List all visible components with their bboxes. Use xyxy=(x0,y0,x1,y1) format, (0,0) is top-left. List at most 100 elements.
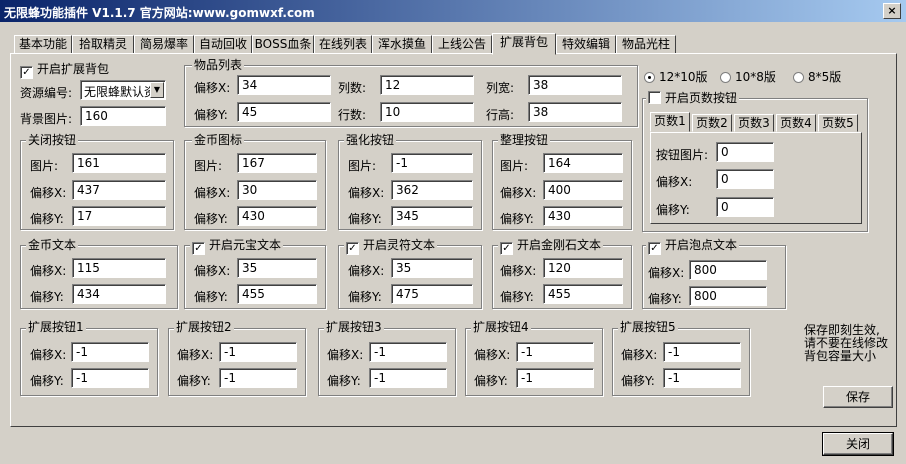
ext-btn-3-y-input[interactable]: -1 xyxy=(369,368,447,388)
bubble-text-checkbox[interactable]: ✓ 开启泡点文本 xyxy=(646,238,740,255)
yuanbao-text-checkbox[interactable]: ✓ 开启元宝文本 xyxy=(190,238,284,255)
page-buttons-checkbox[interactable]: 开启页数按钮 xyxy=(646,91,740,105)
window-close-button[interactable]: × xyxy=(883,3,901,19)
diamond-text-checkbox[interactable]: ✓ 开启金刚石文本 xyxy=(498,238,604,255)
page-tab-3[interactable]: 页数3 xyxy=(734,114,774,132)
ext-btn-5-x-input[interactable]: -1 xyxy=(663,342,741,362)
bubble-y-input[interactable]: 800 xyxy=(689,286,767,306)
ext-btn-2-x-input[interactable]: -1 xyxy=(219,342,297,362)
ext-btn-1-y-input[interactable]: -1 xyxy=(71,368,149,388)
close-button[interactable]: 关闭 xyxy=(822,432,894,456)
gold-x-label: 偏移X: xyxy=(194,186,231,200)
enhance-btn-title: 强化按钮 xyxy=(344,133,397,147)
gold-pic-input[interactable]: 167 xyxy=(237,153,317,173)
page-y-input[interactable]: 0 xyxy=(716,197,774,217)
cols-input[interactable]: 12 xyxy=(380,75,474,95)
tab-ext-bag[interactable]: 扩展背包 xyxy=(492,33,556,55)
resource-select[interactable]: 无限蜂默认资源 ▼ xyxy=(80,80,166,100)
close-y-input[interactable]: 17 xyxy=(72,206,166,226)
gold-text-title: 金币文本 xyxy=(26,238,79,252)
chevron-down-icon: ▼ xyxy=(150,82,164,98)
ext-btn-1-x-label: 偏移X: xyxy=(30,348,67,362)
tab-login-notice[interactable]: 上线公告 xyxy=(432,35,492,54)
diamond-x-input[interactable]: 120 xyxy=(543,258,623,278)
bg-image-label: 背景图片: xyxy=(20,112,73,126)
ext-btn-3-x-input[interactable]: -1 xyxy=(369,342,447,362)
page-pic-label: 按钮图片: xyxy=(656,148,709,162)
sort-x-input[interactable]: 400 xyxy=(543,180,623,200)
radio-10x8[interactable]: 10*8版 xyxy=(720,68,776,85)
enhance-x-input[interactable]: 362 xyxy=(391,180,473,200)
row-height-input[interactable]: 38 xyxy=(528,102,622,122)
gold-y-input[interactable]: 430 xyxy=(237,206,317,226)
lingfu-x-input[interactable]: 35 xyxy=(391,258,473,278)
col-width-input[interactable]: 38 xyxy=(528,75,622,95)
yuanbao-text-label: 开启元宝文本 xyxy=(209,238,282,252)
tab-basic[interactable]: 基本功能 xyxy=(14,35,72,54)
diamond-y-input[interactable]: 455 xyxy=(543,284,623,304)
save-note: 保存即刻生效, 请不要在线修改 背包容量大小 xyxy=(804,323,889,363)
lingfu-text-checkbox[interactable]: ✓ 开启灵符文本 xyxy=(344,238,438,255)
sort-pic-input[interactable]: 164 xyxy=(543,153,623,173)
resource-label: 资源编号: xyxy=(20,86,73,100)
tab-pickup[interactable]: 拾取精灵 xyxy=(72,35,134,54)
radio-8x5[interactable]: 8*5版 xyxy=(793,68,841,85)
radio-12x10[interactable]: 12*10版 xyxy=(644,68,708,85)
ext-btn-4-x-input[interactable]: -1 xyxy=(516,342,594,362)
sort-y-input[interactable]: 430 xyxy=(543,206,623,226)
close-pic-input[interactable]: 161 xyxy=(72,153,166,173)
page-buttons-label: 开启页数按钮 xyxy=(665,91,738,105)
page-tab-2[interactable]: 页数2 xyxy=(692,114,732,132)
page-tab-5[interactable]: 页数5 xyxy=(818,114,858,132)
checkbox-empty-icon xyxy=(648,91,661,104)
page-x-input[interactable]: 0 xyxy=(716,169,774,189)
item-offset-x-input[interactable]: 34 xyxy=(237,75,331,95)
sort-y-label: 偏移Y: xyxy=(500,212,534,226)
lingfu-y-input[interactable]: 475 xyxy=(391,284,473,304)
radio-off-icon xyxy=(793,72,804,83)
ext-btn-1-x-input[interactable]: -1 xyxy=(71,342,149,362)
tab-boss-hp[interactable]: BOSS血条 xyxy=(252,35,314,54)
title-bar: 无限蜂功能插件 V1.1.7 官方网站:www.gomwxf.com × xyxy=(0,0,906,22)
page-tab-1[interactable]: 页数1 xyxy=(650,112,690,132)
lingfu-text-label: 开启灵符文本 xyxy=(363,238,436,252)
enhance-pic-label: 图片: xyxy=(348,159,377,173)
ext-btn-1-y-label: 偏移Y: xyxy=(30,374,64,388)
check-icon: ✓ xyxy=(20,66,33,79)
tab-droprate[interactable]: 简易爆率 xyxy=(134,35,194,54)
bubble-x-input[interactable]: 800 xyxy=(689,260,767,280)
sort-btn-title: 整理按钮 xyxy=(498,133,551,147)
page-x-label: 偏移X: xyxy=(656,175,693,189)
ext-btn-5-y-input[interactable]: -1 xyxy=(663,368,741,388)
yuanbao-x-input[interactable]: 35 xyxy=(237,258,317,278)
enable-ext-bag-checkbox[interactable]: ✓ 开启扩展背包 xyxy=(20,60,109,79)
gold-text-x-label: 偏移X: xyxy=(30,264,67,278)
item-offset-y-input[interactable]: 45 xyxy=(237,102,331,122)
cols-label: 列数: xyxy=(338,81,367,95)
tab-muddy[interactable]: 浑水摸鱼 xyxy=(372,35,432,54)
tab-recycle[interactable]: 自动回收 xyxy=(194,35,252,54)
gold-text-y-label: 偏移Y: xyxy=(30,290,64,304)
bg-image-input[interactable]: 160 xyxy=(80,106,166,126)
page-pic-input[interactable]: 0 xyxy=(716,142,774,162)
gold-text-x-input[interactable]: 115 xyxy=(72,258,166,278)
ext-btn-5-title: 扩展按钮5 xyxy=(618,320,678,334)
close-x-input[interactable]: 437 xyxy=(72,180,166,200)
rows-input[interactable]: 10 xyxy=(380,102,474,122)
close-pic-label: 图片: xyxy=(30,159,59,173)
page-tab-4[interactable]: 页数4 xyxy=(776,114,816,132)
tab-effects[interactable]: 特效编辑 xyxy=(556,35,616,54)
yuanbao-y-input[interactable]: 455 xyxy=(237,284,317,304)
ext-btn-5-x-label: 偏移X: xyxy=(621,348,658,362)
enhance-pic-input[interactable]: -1 xyxy=(391,153,473,173)
gold-pic-label: 图片: xyxy=(194,159,223,173)
gold-x-input[interactable]: 30 xyxy=(237,180,317,200)
tab-item-beam[interactable]: 物品光柱 xyxy=(616,35,676,54)
enhance-y-input[interactable]: 345 xyxy=(391,206,473,226)
ext-btn-2-title: 扩展按钮2 xyxy=(174,320,234,334)
tab-online-list[interactable]: 在线列表 xyxy=(314,35,372,54)
save-button[interactable]: 保存 xyxy=(823,386,893,408)
gold-text-y-input[interactable]: 434 xyxy=(72,284,166,304)
ext-btn-2-y-input[interactable]: -1 xyxy=(219,368,297,388)
ext-btn-4-y-input[interactable]: -1 xyxy=(516,368,594,388)
